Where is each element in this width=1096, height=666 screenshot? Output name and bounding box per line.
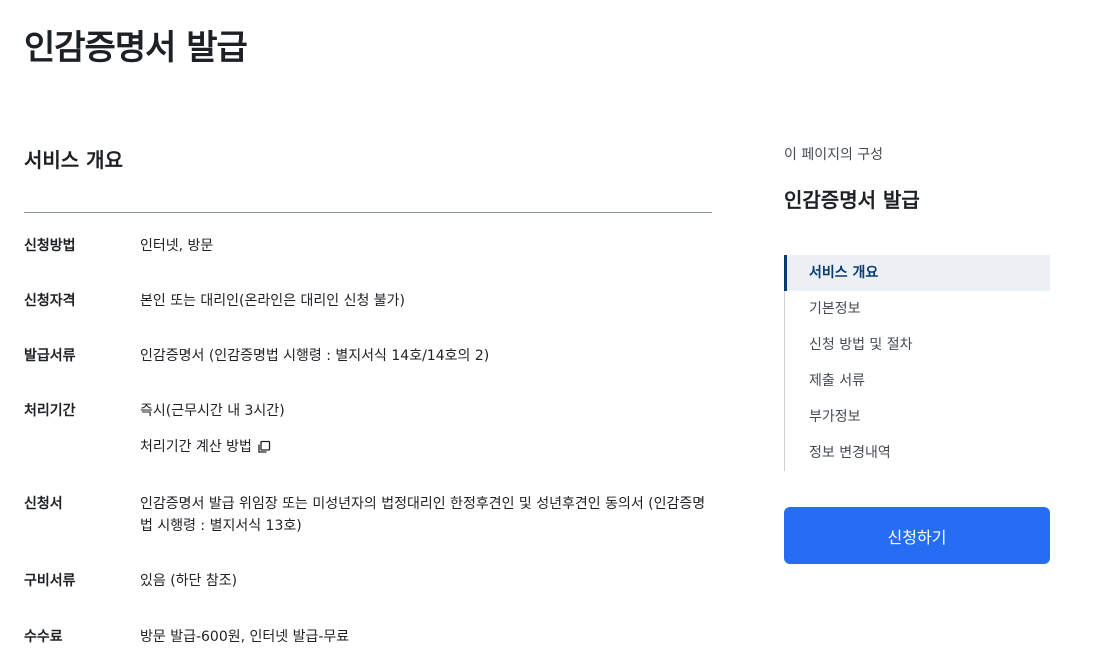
info-row-method: 신청방법 인터넷, 방문 <box>24 235 712 290</box>
toc-item-basic-info[interactable]: 기본정보 <box>784 291 1050 327</box>
row-label: 처리기간 <box>24 403 76 419</box>
apply-button[interactable]: 신청하기 <box>784 507 1050 564</box>
toc-item-change-history[interactable]: 정보 변경내역 <box>784 435 1050 471</box>
toc-item-submit-documents[interactable]: 제출 서류 <box>784 363 1050 399</box>
toc-caption: 이 페이지의 구성 <box>784 147 884 163</box>
info-row-document: 발급서류 인감증명서 (인감증명법 시행령 : 별지서식 14호/14호의 2) <box>24 345 712 400</box>
row-value: 인터넷, 방문 <box>140 238 214 254</box>
info-row-processing-time: 처리기간 즉시(근무시간 내 3시간) 처리기간 계산 방법 <box>24 400 712 493</box>
section-divider <box>24 212 712 213</box>
info-table: 신청방법 인터넷, 방문 신청자격 본인 또는 대리인(온라인은 대리인 신청 … <box>24 235 712 656</box>
row-label: 신청서 <box>24 496 63 512</box>
row-label: 수수료 <box>24 629 63 645</box>
page-toc-sidebar: 이 페이지의 구성 인감증명서 발급 서비스 개요 기본정보 신청 방법 및 절… <box>784 144 1050 564</box>
copy-icon <box>256 439 272 455</box>
processing-time-calc-label: 처리기간 계산 방법 <box>140 439 252 455</box>
info-row-required-docs: 구비서류 있음 (하단 참조) <box>24 570 712 626</box>
row-value: 인감증명서 (인감증명법 시행령 : 별지서식 14호/14호의 2) <box>140 348 490 364</box>
page-title: 인감증명서 발급 <box>24 28 248 68</box>
section-title: 서비스 개요 <box>24 148 123 172</box>
row-label: 신청자격 <box>24 293 76 309</box>
processing-time-calc-link[interactable]: 처리기간 계산 방법 <box>140 436 272 458</box>
row-value: 방문 발급-600원, 인터넷 발급-무료 <box>140 629 350 645</box>
row-value: 본인 또는 대리인(온라인은 대리인 신청 불가) <box>140 293 406 309</box>
info-row-application-form: 신청서 인감증명서 발급 위임장 또는 미성년자의 법정대리인 한정후견인 및 … <box>24 493 712 570</box>
row-label: 발급서류 <box>24 348 76 364</box>
row-value: 즉시(근무시간 내 3시간) 처리기간 계산 방법 <box>140 400 712 493</box>
toc-title: 인감증명서 발급 <box>784 188 920 212</box>
toc-item-additional-info[interactable]: 부가정보 <box>784 399 1050 435</box>
toc-item-service-overview[interactable]: 서비스 개요 <box>784 255 1050 291</box>
page: 인감증명서 발급 서비스 개요 신청방법 인터넷, 방문 신청자격 본인 또는 … <box>0 0 1096 666</box>
toc-nav: 서비스 개요 기본정보 신청 방법 및 절차 제출 서류 부가정보 정보 변경내… <box>784 255 1050 471</box>
row-value: 있음 (하단 참조) <box>140 573 238 589</box>
row-label: 구비서류 <box>24 573 76 589</box>
row-label: 신청방법 <box>24 238 76 254</box>
info-row-eligibility: 신청자격 본인 또는 대리인(온라인은 대리인 신청 불가) <box>24 290 712 345</box>
processing-time-value: 즉시(근무시간 내 3시간) <box>140 403 285 419</box>
service-overview-section: 서비스 개요 신청방법 인터넷, 방문 신청자격 본인 또는 대리인(온라인은 … <box>24 130 712 656</box>
toc-item-method-procedure[interactable]: 신청 방법 및 절차 <box>784 327 1050 363</box>
info-row-fee: 수수료 방문 발급-600원, 인터넷 발급-무료 <box>24 626 712 656</box>
row-value: 인감증명서 발급 위임장 또는 미성년자의 법정대리인 한정후견인 및 성년후견… <box>140 496 706 534</box>
